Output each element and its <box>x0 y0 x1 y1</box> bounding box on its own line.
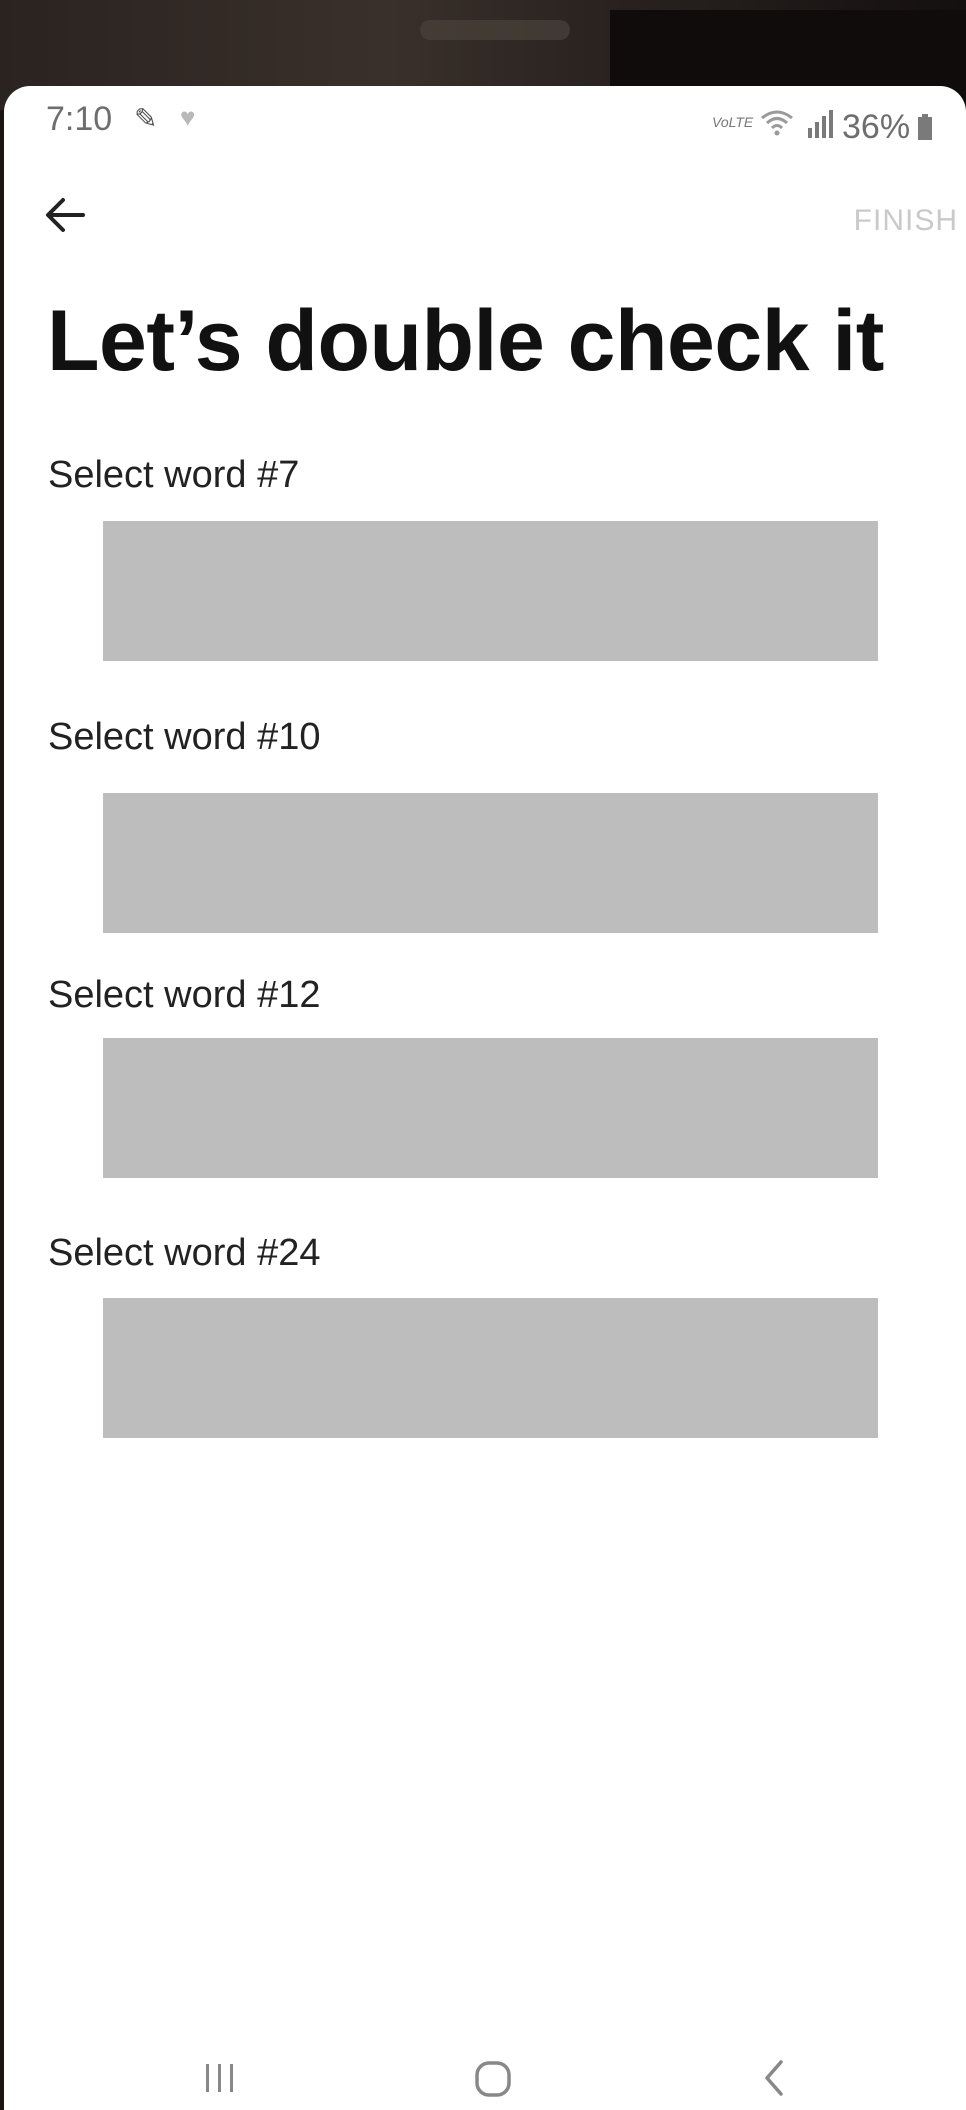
word-select-box-10[interactable] <box>103 793 878 933</box>
word-label-24: Select word #24 <box>48 1232 321 1274</box>
arrow-left-icon <box>46 198 85 232</box>
status-time: 7:10 <box>46 100 113 138</box>
word-label-7: Select word #7 <box>48 454 300 496</box>
status-bar: 7:10 ✎ ♥ VoLTE 36% <box>4 86 966 146</box>
system-navigation-bar <box>4 2046 966 2110</box>
back-button[interactable] <box>40 190 90 240</box>
battery-percentage: 36% <box>842 108 911 146</box>
heart-icon: ♥ <box>180 102 196 132</box>
chevron-left-icon[interactable] <box>759 2058 789 2098</box>
photo-background-detail <box>420 20 570 40</box>
word-label-10: Select word #10 <box>48 716 321 758</box>
home-icon[interactable] <box>474 2060 512 2098</box>
signal-icon <box>808 110 833 138</box>
word-select-box-7[interactable] <box>103 521 878 661</box>
lte-indicator: VoLTE <box>712 114 754 130</box>
battery-icon <box>918 114 932 140</box>
recents-icon[interactable] <box>200 2060 240 2096</box>
phone-screen: 7:10 ✎ ♥ VoLTE 36% FINISH Let’s double c… <box>4 86 966 2110</box>
word-label-12: Select word #12 <box>48 974 321 1016</box>
wifi-icon <box>761 110 793 136</box>
word-select-box-12[interactable] <box>103 1038 878 1178</box>
word-select-box-24[interactable] <box>103 1298 878 1438</box>
notification-icon: ✎ <box>134 103 158 134</box>
finish-button[interactable]: FINISH <box>854 204 958 238</box>
page-title: Let’s double check it <box>47 293 884 389</box>
